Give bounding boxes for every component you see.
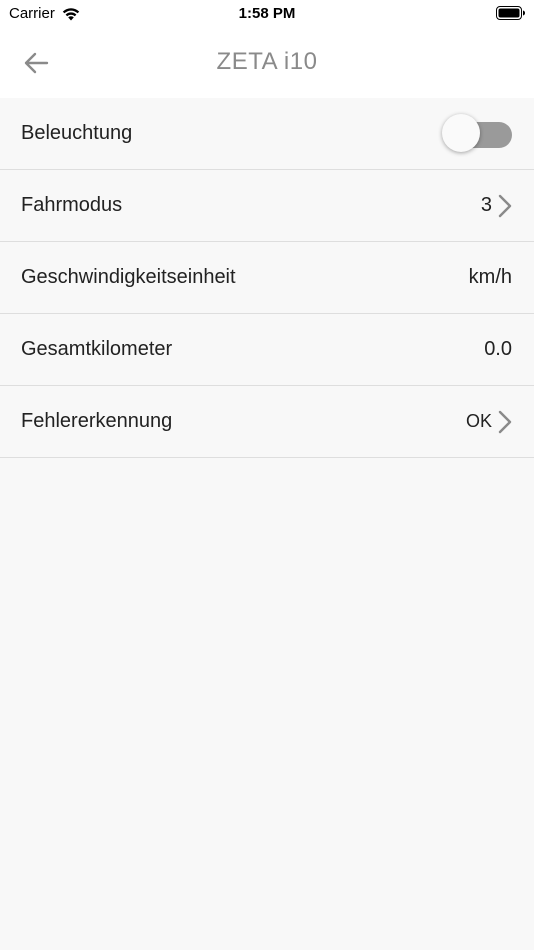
settings-list: Beleuchtung Fahrmodus 3 Geschwindigkeits… xyxy=(0,98,534,458)
error-detection-label: Fehlererkennung xyxy=(21,410,173,432)
speed-unit-row: Geschwindigkeitseinheit km/h xyxy=(0,242,534,314)
nav-bar: ZETA i10 xyxy=(0,28,534,98)
drive-mode-value: 3 xyxy=(480,194,492,216)
drive-mode-label: Fahrmodus xyxy=(21,194,123,216)
total-km-value: 0.0 xyxy=(484,338,512,360)
battery-icon xyxy=(496,6,525,20)
total-km-row: Gesamtkilometer 0.0 xyxy=(0,314,534,386)
page-title: ZETA i10 xyxy=(216,48,318,75)
error-detection-value: OK xyxy=(465,411,492,431)
status-time: 1:58 PM xyxy=(238,5,296,22)
speed-unit-value: km/h xyxy=(468,266,512,288)
error-detection-right: OK xyxy=(466,410,512,434)
status-bar: Carrier 1:58 PM xyxy=(0,0,534,28)
screen: Carrier 1:58 PM ZETA i10 Beleuchtung Fah… xyxy=(0,0,534,950)
chevron-right-icon xyxy=(498,194,512,217)
lighting-label: Beleuchtung xyxy=(21,122,133,144)
drive-mode-right: 3 xyxy=(481,194,512,218)
total-km-label: Gesamtkilometer xyxy=(21,338,173,360)
toggle-thumb xyxy=(442,113,480,152)
chevron-right-icon xyxy=(498,410,512,433)
lighting-toggle[interactable] xyxy=(442,113,512,154)
lighting-row: Beleuchtung xyxy=(0,98,534,170)
drive-mode-row[interactable]: Fahrmodus 3 xyxy=(0,170,534,242)
speed-unit-label: Geschwindigkeitseinheit xyxy=(21,266,236,288)
error-detection-row[interactable]: Fehlererkennung OK xyxy=(0,386,534,458)
